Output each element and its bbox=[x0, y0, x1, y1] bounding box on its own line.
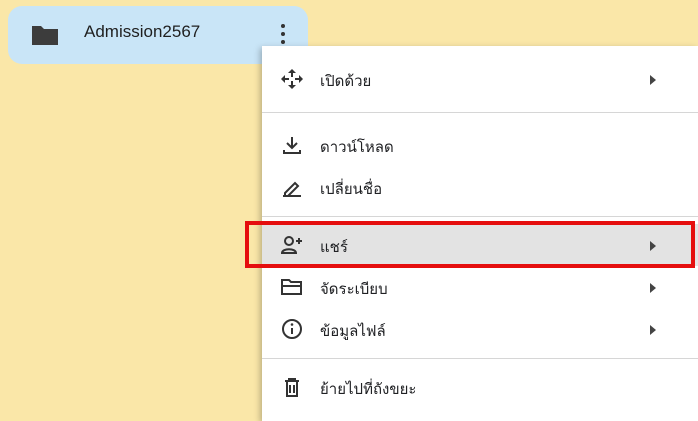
folder-open-icon bbox=[281, 279, 302, 295]
menu-item-label: จัดระเบียบ bbox=[320, 280, 388, 298]
menu-item-label: ย้ายไปที่ถังขยะ bbox=[320, 380, 417, 398]
info-icon bbox=[282, 319, 302, 339]
menu-item-download[interactable]: ดาวน์โหลด bbox=[262, 124, 698, 166]
menu-item-file-info[interactable]: ข้อมูลไฟล์ bbox=[262, 308, 698, 350]
menu-item-move-to-trash[interactable]: ย้ายไปที่ถังขยะ bbox=[262, 366, 698, 408]
menu-item-organize[interactable]: จัดระเบียบ bbox=[262, 266, 698, 308]
menu-item-label: ข้อมูลไฟล์ bbox=[320, 322, 386, 340]
move-arrows-icon bbox=[281, 69, 303, 89]
download-icon bbox=[283, 137, 301, 154]
menu-item-open-with[interactable]: เปิดด้วย bbox=[262, 58, 698, 100]
divider bbox=[262, 216, 698, 217]
trash-icon bbox=[285, 378, 299, 397]
menu-item-rename[interactable]: เปลี่ยนชื่อ bbox=[262, 166, 698, 208]
chevron-right-icon bbox=[650, 75, 656, 85]
chevron-right-icon bbox=[650, 325, 656, 335]
menu-item-label: ดาวน์โหลด bbox=[320, 138, 394, 156]
folder-icon bbox=[32, 26, 58, 45]
menu-item-label: เปลี่ยนชื่อ bbox=[320, 180, 383, 198]
menu-item-label: เปิดด้วย bbox=[320, 72, 372, 90]
chevron-right-icon bbox=[650, 283, 656, 293]
highlight-annotation-box bbox=[245, 221, 695, 268]
divider bbox=[262, 112, 698, 113]
folder-name: Admission2567 bbox=[84, 22, 201, 41]
divider bbox=[262, 358, 698, 359]
rename-pen-icon bbox=[283, 181, 301, 197]
